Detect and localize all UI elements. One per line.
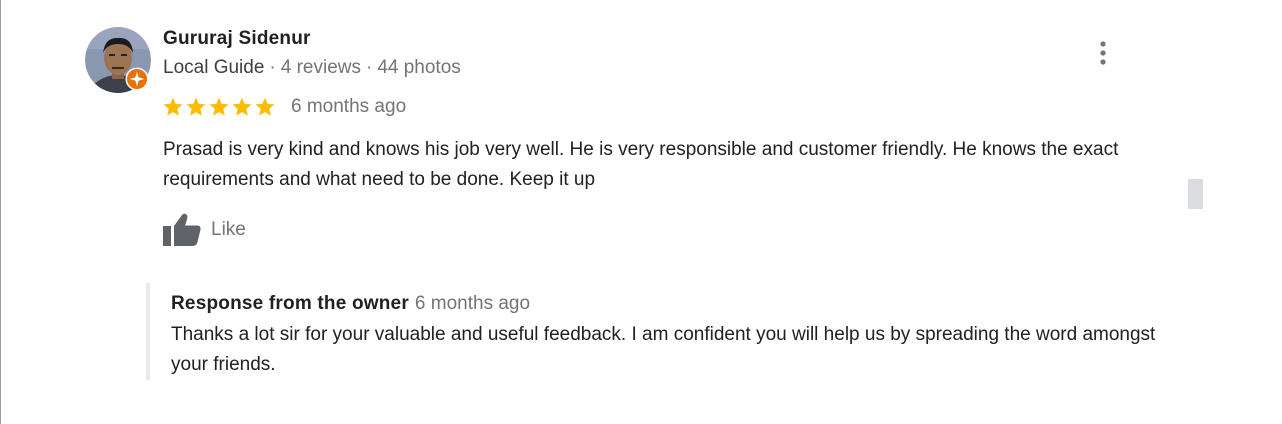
local-guide-label: Local Guide [163, 57, 265, 78]
star-icon [255, 97, 275, 116]
meta-separator: · [269, 57, 276, 78]
star-icon [163, 97, 183, 116]
review-text: Prasad is very kind and knows his job ve… [163, 139, 1119, 190]
avatar[interactable] [85, 27, 151, 93]
scrollbar-thumb[interactable] [1188, 179, 1203, 209]
star-icon [186, 97, 206, 116]
owner-response-header: Response from the owner 6 months ago [171, 293, 530, 315]
like-label: Like [211, 219, 246, 240]
owner-response-date: 6 months ago [414, 293, 531, 314]
star-rating [162, 96, 276, 118]
owner-response-text: Thanks a lot sir for your valuable and u… [171, 324, 1156, 375]
owner-response: Response from the owner 6 months ago Than… [146, 283, 1155, 380]
review-date: 6 months ago [291, 96, 407, 117]
star-icon [232, 97, 252, 116]
local-guide-badge-icon [125, 67, 149, 91]
photo-count: 44 photos [377, 57, 461, 78]
reviewer-name[interactable]: Gururaj Sidenur [163, 28, 311, 50]
window-left-border [0, 0, 1, 424]
review-count: 4 reviews [280, 57, 361, 78]
thumbs-up-icon [163, 213, 201, 246]
rating-row: 6 months ago [162, 93, 406, 121]
reviewer-meta: Local Guide · 4 reviews · 44 photos [163, 57, 461, 79]
more-vert-icon [1100, 41, 1106, 65]
meta-separator: · [365, 57, 373, 78]
more-options-button[interactable] [1090, 38, 1116, 68]
like-button[interactable]: Like [162, 211, 246, 249]
owner-response-title: Response from the owner [171, 293, 409, 314]
star-icon [209, 97, 229, 116]
